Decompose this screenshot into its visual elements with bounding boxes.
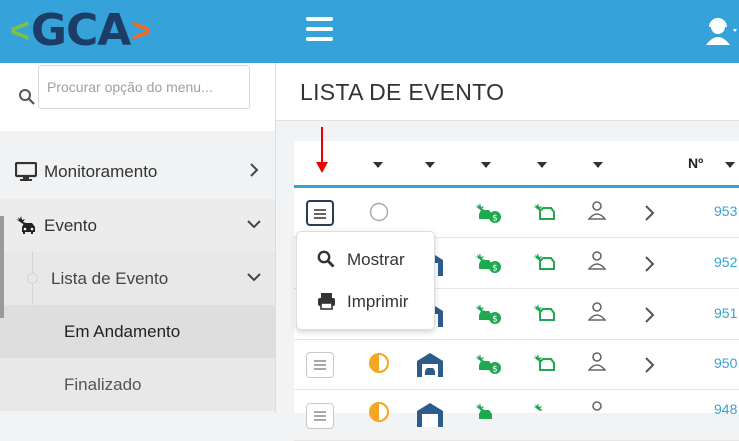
row-action-dropdown: Mostrar Imprimir [296,231,435,330]
svg-text:$: $ [492,264,498,274]
event-number[interactable]: 948 [714,401,737,417]
sidebar-search [0,63,275,131]
dropdown-item-label: Mostrar [347,250,405,269]
event-number[interactable]: 952 [714,254,737,270]
column-header-number[interactable]: Nº [688,155,703,171]
dropdown-item-imprimir[interactable]: Imprimir [297,282,436,322]
car-crash-icon [16,216,35,234]
sidebar-item-label: Monitoramento [44,161,158,181]
sidebar-item-label: Finalizado [64,374,142,394]
dropdown-item-label: Imprimir [347,292,409,311]
chevron-right-icon[interactable] [644,357,656,373]
svg-text:$: $ [492,365,498,375]
logo-text: GCA [30,5,131,56]
sidebar-item-label: Em Andamento [64,321,181,341]
car-crash-money-icon [475,403,492,419]
event-number[interactable]: 953 [714,203,737,219]
car-crash-outline-icon [533,304,555,321]
dropdown-item-mostrar[interactable]: Mostrar [297,240,436,280]
row-menu-button[interactable] [306,352,334,378]
car-crash-outline-icon [533,203,555,220]
chevron-down-icon [247,273,261,282]
chevron-right-icon[interactable] [644,307,656,323]
monitor-icon [15,162,37,181]
search-icon [317,250,335,268]
table-row[interactable]: $ 950 [294,340,739,390]
top-bar: < GCA > [0,0,739,63]
sort-caret-icon[interactable] [537,162,547,168]
svg-text:$: $ [492,214,498,224]
logo-left-chevron: < [10,12,30,50]
sidebar-item-monitoramento[interactable]: Monitoramento [0,145,275,198]
sidebar-item-finalizado[interactable]: Finalizado [0,358,275,411]
page-title: LISTA DE EVENTO [300,79,505,105]
sidebar-item-lista-de-evento[interactable]: Lista de Evento [0,252,275,305]
chevron-right-icon[interactable] [644,205,656,221]
search-icon [19,89,35,105]
status-empty-icon [369,202,389,222]
chevron-right-icon[interactable] [644,256,656,272]
sort-caret-icon[interactable] [373,162,383,168]
user-icon [588,352,606,371]
annotation-arrow-line [321,127,323,167]
sort-caret-icon[interactable] [481,162,491,168]
event-number[interactable]: 950 [714,355,737,371]
svg-text:$: $ [492,315,498,325]
gca-logo[interactable]: < GCA > [10,8,151,54]
car-crash-money-icon: $ [475,354,501,375]
car-crash-money-icon: $ [475,203,501,224]
annotation-arrow-head [316,162,328,173]
car-crash-outline-icon [533,253,555,270]
user-icon [588,251,606,270]
sort-caret-icon[interactable] [725,162,735,168]
row-menu-button[interactable] [306,200,334,226]
logo-right-chevron: > [131,12,152,50]
user-icon [588,201,606,220]
user-headset-icon[interactable] [706,17,739,45]
car-crash-money-icon: $ [475,304,501,325]
menu-search-input[interactable] [38,65,250,109]
user-icon [588,302,606,321]
car-crash-outline-icon [533,354,555,371]
sidebar: Monitoramento Evento Lista de Evento Em … [0,63,275,413]
car-crash-outline-icon [533,403,543,411]
user-icon [592,401,602,411]
table-header: Nº [294,141,739,188]
table-row[interactable]: 948 [294,391,739,441]
garage-icon [417,353,443,377]
sort-caret-icon[interactable] [425,162,435,168]
car-crash-money-icon: $ [475,253,501,274]
sidebar-item-label: Evento [44,215,97,235]
print-icon [318,293,335,310]
row-menu-button[interactable] [306,403,334,429]
sort-caret-icon[interactable] [593,162,603,168]
tree-node [27,273,38,284]
page-header: LISTA DE EVENTO [276,63,739,121]
sidebar-item-evento[interactable]: Evento [0,199,275,252]
half-circle-status-icon [369,402,389,422]
event-number[interactable]: 951 [714,305,737,321]
chevron-right-icon [250,163,259,177]
garage-icon [417,403,443,427]
hamburger-menu-button[interactable] [306,17,333,42]
sidebar-scrollbar[interactable] [0,216,4,318]
chevron-down-icon [247,220,261,229]
sidebar-item-label: Lista de Evento [51,268,169,288]
sidebar-item-em-andamento[interactable]: Em Andamento [0,305,275,358]
half-circle-status-icon [369,353,389,373]
